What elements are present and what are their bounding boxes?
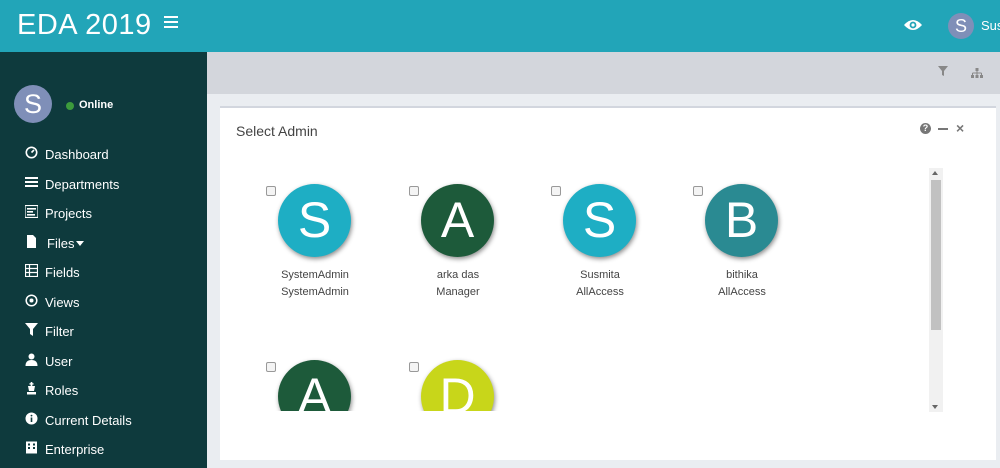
list-icon [25, 176, 38, 187]
sidebar-item-departments[interactable]: Departments [0, 170, 207, 200]
sidebar-item-user[interactable]: User [0, 347, 207, 377]
sidebar-item-views[interactable]: Views [0, 288, 207, 318]
sidebar-item-files[interactable]: Files [0, 229, 207, 259]
admin-name: SystemAdmin [281, 269, 349, 281]
admin-grid: S SystemAdmin SystemAdmin A arka das Man… [220, 164, 932, 411]
user-icon [25, 353, 38, 366]
admin-avatar[interactable]: S [563, 184, 636, 257]
admin-checkbox[interactable] [409, 186, 419, 196]
tasks-icon [25, 205, 38, 218]
sidebar: S Online Dashboard Departments Projects … [0, 52, 207, 468]
admin-name: Susmita [580, 269, 620, 281]
admin-avatar[interactable]: A [278, 360, 351, 411]
admin-checkbox[interactable] [551, 186, 561, 196]
sidebar-item-fields[interactable]: Fields [0, 258, 207, 288]
sidebar-item-label: Dashboard [45, 147, 109, 162]
admin-role: Manager [436, 286, 480, 298]
admin-role: AllAccess [718, 286, 766, 298]
minimize-icon[interactable] [938, 128, 948, 130]
online-status-icon [66, 102, 74, 110]
building-icon [26, 441, 37, 454]
sidebar-item-label: Projects [45, 206, 92, 221]
admin-card[interactable]: S SystemAdmin SystemAdmin [266, 164, 406, 304]
admin-avatar[interactable]: B [705, 184, 778, 257]
panel-title: Select Admin [236, 123, 318, 139]
sidebar-item-label: Current Details [45, 412, 132, 428]
file-icon [27, 234, 36, 248]
sidebar-item-label: Filter [45, 324, 74, 339]
admin-card[interactable]: B bithika AllAccess [693, 164, 833, 304]
sidebar-item-label: Fields [45, 265, 80, 280]
sidebar-nav: Dashboard Departments Projects Files Fie… [0, 140, 207, 465]
sidebar-item-label: Roles [45, 383, 79, 398]
admin-checkbox[interactable] [409, 362, 419, 372]
user-avatar[interactable]: S [948, 13, 974, 39]
online-status: Online [79, 99, 114, 111]
admin-name: bithika [726, 269, 758, 281]
sidebar-item-enterprise[interactable]: Enterprise [0, 435, 207, 465]
app-title[interactable]: EDA 2019 [17, 9, 152, 42]
admin-avatar[interactable]: S [278, 184, 351, 257]
admin-role: SystemAdmin [281, 286, 349, 298]
admin-checkbox[interactable] [266, 186, 276, 196]
admin-card[interactable]: A arka das Manager [409, 164, 549, 304]
admin-avatar[interactable]: D [421, 360, 494, 411]
scrollbar[interactable] [929, 168, 943, 412]
admin-checkbox[interactable] [693, 186, 703, 196]
admin-name: arka das [436, 269, 480, 281]
scrollbar-thumb[interactable] [931, 180, 941, 330]
sidebar-item-filter[interactable]: Filter [0, 317, 207, 347]
sidebar-avatar: S [14, 85, 52, 123]
sidebar-item-label: Views [45, 294, 80, 310]
eye-circle-icon [25, 293, 38, 307]
content-toolbar [207, 52, 1000, 94]
admin-card[interactable]: D [409, 340, 549, 411]
sidebar-item-label: Files [47, 235, 75, 251]
filter-icon[interactable] [938, 66, 948, 76]
sidebar-item-roles[interactable]: Roles [0, 376, 207, 406]
table-icon [25, 264, 38, 277]
admin-checkbox[interactable] [266, 362, 276, 372]
scroll-up-icon[interactable] [932, 171, 938, 175]
help-icon[interactable]: ? [920, 123, 931, 134]
top-navbar: EDA 2019 S Sus [0, 0, 1000, 52]
sitemap-icon[interactable] [971, 68, 983, 78]
filter-icon [25, 323, 38, 336]
close-icon[interactable]: × [956, 121, 964, 135]
admin-card[interactable]: S Susmita AllAccess [551, 164, 691, 304]
admin-card[interactable]: A [266, 340, 406, 411]
select-admin-panel: Select Admin ? × S SystemAdmin SystemAdm… [220, 106, 996, 460]
sidebar-item-label: User [45, 353, 73, 369]
dashboard-icon [25, 146, 38, 159]
user-name[interactable]: Sus [981, 18, 1000, 33]
scroll-down-icon[interactable] [932, 405, 938, 409]
hamburger-menu-icon[interactable] [164, 16, 178, 30]
eye-icon[interactable] [903, 18, 923, 32]
sidebar-item-label: Departments [45, 176, 120, 192]
sidebar-item-current-details[interactable]: Current Details [0, 406, 207, 436]
sidebar-item-dashboard[interactable]: Dashboard [0, 140, 207, 170]
sidebar-item-label: Enterprise [45, 442, 105, 457]
caret-down-icon [76, 240, 84, 246]
admin-avatar[interactable]: A [421, 184, 494, 257]
info-icon [25, 412, 38, 424]
sidebar-item-projects[interactable]: Projects [0, 199, 207, 229]
admin-role: AllAccess [576, 286, 624, 298]
chess-king-icon [27, 382, 36, 395]
